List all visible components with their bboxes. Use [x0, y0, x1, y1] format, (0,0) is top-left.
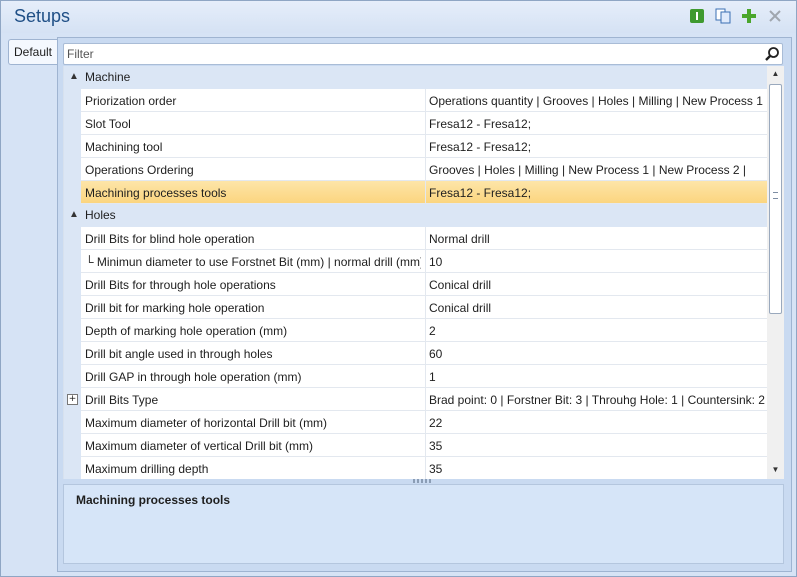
category-holes[interactable]: ▲ Holes — [64, 204, 768, 227]
property-value[interactable]: 35 — [429, 462, 767, 476]
property-row[interactable]: Slot Tool Fresa12 - Fresa12; — [64, 112, 768, 135]
property-name: Maximum drilling depth — [85, 462, 209, 476]
category-label: Machine — [85, 70, 131, 84]
property-name: Operations Ordering — [85, 163, 194, 177]
property-row[interactable]: Maximum drilling depth 35 — [64, 457, 768, 479]
property-name: Priorization order — [85, 94, 177, 108]
property-row[interactable]: Operations Ordering Grooves | Holes | Mil… — [64, 158, 768, 181]
expand-plus-icon[interactable]: + — [67, 394, 78, 405]
property-row[interactable]: Machining tool Fresa12 - Fresa12; — [64, 135, 768, 158]
category-machine[interactable]: ▲ Machine — [64, 66, 768, 89]
property-name: Maximum diameter of vertical Drill bit (… — [85, 439, 314, 453]
property-value[interactable]: 22 — [429, 416, 767, 430]
close-icon[interactable] — [766, 7, 784, 25]
property-name: Depth of marking hole operation (mm) — [85, 324, 288, 338]
window-title: Setups — [14, 6, 71, 26]
property-name: Drill Bits for through hole operations — [85, 278, 276, 292]
property-row[interactable]: Depth of marking hole operation (mm) 2 — [64, 319, 768, 342]
search-icon[interactable] — [764, 46, 780, 62]
copy-icon[interactable] — [714, 7, 732, 25]
property-row[interactable]: Drill bit for marking hole operation Coni… — [64, 296, 768, 319]
property-row[interactable]: Drill bit angle used in through holes 60 — [64, 342, 768, 365]
scroll-up-icon[interactable]: ▲ — [767, 67, 784, 81]
collapse-icon[interactable]: ▲ — [68, 71, 80, 83]
property-name: Drill bit angle used in through holes — [85, 347, 273, 361]
filter-box — [63, 43, 783, 65]
property-name: Machining tool — [85, 140, 163, 154]
property-row[interactable]: Drill Bits for blind hole operation Norma… — [64, 227, 768, 250]
vertical-scrollbar[interactable]: ▲ ▼ — [767, 66, 784, 479]
category-label: Holes — [85, 208, 116, 222]
property-row[interactable]: Drill GAP in through hole operation (mm)… — [64, 365, 768, 388]
property-value[interactable]: 1 — [429, 370, 767, 384]
description-title: Machining processes tools — [76, 493, 231, 507]
property-name: Drill bit for marking hole operation — [85, 301, 265, 315]
property-row[interactable]: └ Minimun diameter to use Forstnet Bit (… — [64, 250, 768, 273]
property-value[interactable]: 10 — [429, 255, 767, 269]
property-value[interactable]: Conical drill — [429, 301, 767, 315]
description-pane: Machining processes tools — [63, 484, 784, 564]
property-grid: ▲ Machine Priorization order Operations q… — [63, 66, 768, 479]
scroll-down-icon[interactable]: ▼ — [767, 463, 784, 477]
property-name: Machining processes tools — [85, 186, 227, 200]
property-row-selected[interactable]: Machining processes tools Fresa12 - Fresa… — [64, 181, 768, 204]
add-icon[interactable] — [740, 7, 758, 25]
property-value[interactable]: Conical drill — [429, 278, 767, 292]
property-name: Slot Tool — [85, 117, 131, 131]
property-row[interactable]: Drill Bits for through hole operations Co… — [64, 273, 768, 296]
property-value[interactable]: Grooves | Holes | Milling | New Process … — [429, 163, 767, 177]
scroll-thumb[interactable] — [769, 84, 782, 314]
property-value[interactable]: 35 — [429, 439, 767, 453]
title-bar: Setups — [1, 1, 796, 33]
property-value[interactable]: Brad point: 0 | Forstner Bit: 3 | Throuh… — [429, 393, 767, 407]
property-value[interactable]: Fresa12 - Fresa12; — [429, 117, 767, 131]
property-value[interactable]: 2 — [429, 324, 767, 338]
property-row[interactable]: Maximum diameter of horizontal Drill bit… — [64, 411, 768, 434]
property-value[interactable]: Normal drill — [429, 232, 767, 246]
tab-default[interactable]: Default — [8, 39, 57, 65]
property-value[interactable]: Operations quantity | Grooves | Holes | … — [429, 94, 767, 108]
property-name: Drill Bits Type — [85, 393, 159, 407]
property-name: Drill GAP in through hole operation (mm) — [85, 370, 302, 384]
property-name: Drill Bits for blind hole operation — [85, 232, 255, 246]
filter-input[interactable] — [67, 45, 757, 62]
property-value[interactable]: Fresa12 - Fresa12; — [429, 186, 767, 200]
property-row[interactable]: Priorization order Operations quantity | … — [64, 89, 768, 112]
property-name: └ Minimun diameter to use Forstnet Bit (… — [85, 255, 421, 269]
info-icon[interactable] — [688, 7, 706, 25]
property-row[interactable]: Maximum diameter of vertical Drill bit (… — [64, 434, 768, 457]
property-value[interactable]: 60 — [429, 347, 767, 361]
property-row-expandable[interactable]: + Drill Bits Type Brad point: 0 | Forstner… — [64, 388, 768, 411]
property-name: Maximum diameter of horizontal Drill bit… — [85, 416, 328, 430]
collapse-icon[interactable]: ▲ — [68, 209, 80, 221]
property-value[interactable]: Fresa12 - Fresa12; — [429, 140, 767, 154]
